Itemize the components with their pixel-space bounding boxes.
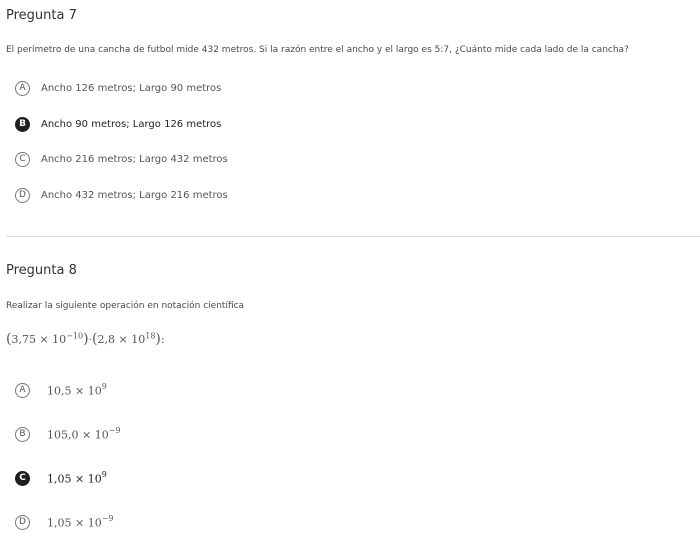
expr-b-exponent: 18 <box>145 331 156 341</box>
q8-option-c-exponent: 9 <box>101 469 107 479</box>
expr-b-times: × 10 <box>115 333 146 346</box>
q8-option-d-radio[interactable]: D <box>15 514 30 530</box>
expr-a-times: × 10 <box>35 333 67 346</box>
q7-option-d-label: Ancho 432 metros; Largo 216 metros <box>41 189 228 201</box>
question-8-title: Pregunta 8 <box>6 263 77 278</box>
q7-option-c-radio[interactable]: C <box>15 151 30 167</box>
q8-option-d-label: 1,05 × 10−9 <box>47 513 114 530</box>
q7-option-b[interactable]: B Ancho 90 metros; Largo 126 metros <box>15 115 221 133</box>
question-7-text: El perímetro de una cancha de futbol mid… <box>6 45 629 55</box>
q8-option-b-label: 105,0 × 10−9 <box>47 425 121 442</box>
q7-option-b-radio[interactable]: B <box>15 116 30 132</box>
q7-option-c[interactable]: C Ancho 216 metros; Largo 432 metros <box>15 150 228 168</box>
q8-option-c-radio[interactable]: C <box>15 470 30 486</box>
q7-option-d[interactable]: D Ancho 432 metros; Largo 216 metros <box>15 186 228 204</box>
question-7-title: Pregunta 7 <box>6 8 77 23</box>
q8-option-c-times: × 10 <box>71 472 102 486</box>
q7-option-a-label: Ancho 126 metros; Largo 90 metros <box>41 82 222 94</box>
q8-option-b[interactable]: B 105,0 × 10−9 <box>15 425 121 443</box>
question-divider <box>6 236 700 237</box>
q8-option-b-radio[interactable]: B <box>15 426 30 442</box>
q7-option-c-label: Ancho 216 metros; Largo 432 metros <box>41 153 228 165</box>
question-8-text: Realizar la siguiente operación en notac… <box>6 301 245 311</box>
q8-option-d-times: × 10 <box>71 516 102 530</box>
q8-option-a-radio[interactable]: A <box>15 382 30 398</box>
q8-option-b-exponent: −9 <box>108 425 121 435</box>
q8-option-c-label: 1,05 × 109 <box>47 469 107 486</box>
q8-option-b-times: × 10 <box>78 428 109 442</box>
q8-option-a-exponent: 9 <box>101 381 107 391</box>
expr-a-mantissa: 3,75 <box>11 333 36 346</box>
q7-option-d-radio[interactable]: D <box>15 187 30 203</box>
q8-option-d-mantissa: 1,05 <box>47 516 72 530</box>
q7-option-b-label: Ancho 90 metros; Largo 126 metros <box>41 118 222 130</box>
expr-a-exponent: −10 <box>66 331 84 341</box>
q8-option-b-mantissa: 105,0 <box>47 428 79 442</box>
expr-b-mantissa: 2,8 <box>97 333 116 346</box>
q8-option-a-times: × 10 <box>71 384 102 398</box>
q8-option-a-mantissa: 10,5 <box>47 384 72 398</box>
question-8-expression: (3,75 × 10−10)·(2,8 × 1018): <box>6 331 165 347</box>
q8-option-a[interactable]: A 10,5 × 109 <box>15 381 107 399</box>
q7-option-a-radio[interactable]: A <box>15 80 30 96</box>
q8-option-d[interactable]: D 1,05 × 10−9 <box>15 513 114 531</box>
expr-colon: : <box>160 333 165 346</box>
q8-option-a-label: 10,5 × 109 <box>47 381 107 398</box>
q8-option-d-exponent: −9 <box>101 513 114 523</box>
q7-option-a[interactable]: A Ancho 126 metros; Largo 90 metros <box>15 79 221 97</box>
q8-option-c[interactable]: C 1,05 × 109 <box>15 469 107 487</box>
q8-option-c-mantissa: 1,05 <box>47 472 72 486</box>
